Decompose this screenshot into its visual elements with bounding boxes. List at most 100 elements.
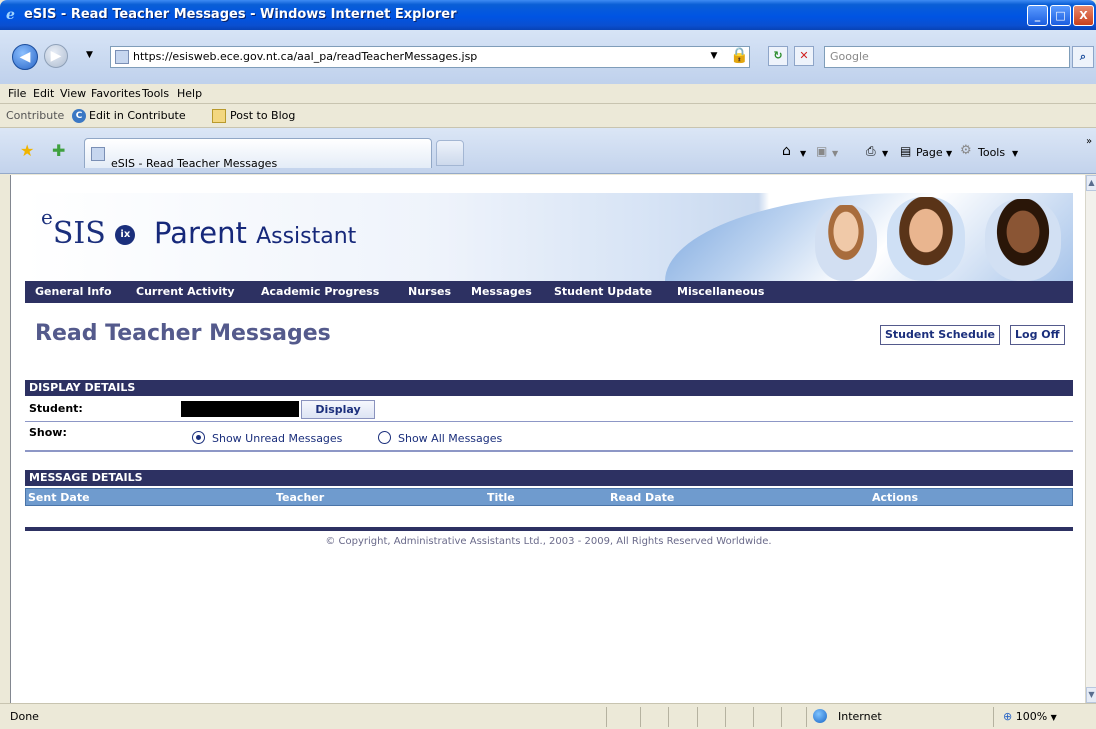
page-dropdown-icon[interactable]: ▼ [946,149,952,158]
nav-student-update[interactable]: Student Update [554,285,652,298]
nav-current-activity[interactable]: Current Activity [136,285,235,298]
menu-edit[interactable]: Edit [33,87,54,100]
page-title: Read Teacher Messages [35,321,331,346]
col-actions: Actions [872,491,918,504]
divider [697,707,698,727]
app-title-sub: Assistant [256,224,357,249]
col-teacher[interactable]: Teacher [276,491,324,504]
print-dropdown-icon[interactable]: ▼ [882,149,888,158]
student-label: Student: [29,402,83,415]
col-read-date[interactable]: Read Date [610,491,674,504]
post-to-blog-button[interactable]: Post to Blog [230,109,295,122]
stop-button[interactable]: ✕ [794,46,814,66]
nav-messages[interactable]: Messages [471,285,532,298]
close-button[interactable]: X [1073,5,1094,26]
logo-badge-icon: ix [115,225,136,245]
divider [606,707,607,727]
contribute-toolbar: Contribute C Edit in Contribute Post to … [0,104,1096,128]
feeds-icon[interactable]: ▣ [816,144,827,158]
edit-in-contribute-button[interactable]: Edit in Contribute [89,109,186,122]
student-schedule-button[interactable]: Student Schedule [880,325,1000,345]
lock-icon[interactable]: 🔒 [730,46,749,66]
scroll-up-icon[interactable]: ▲ [1086,175,1096,191]
scroll-down-icon[interactable]: ▼ [1086,687,1096,703]
copyright-text: © Copyright, Administrative Assistants L… [325,536,772,547]
main-nav: General Info Current Activity Academic P… [25,281,1073,303]
tools-dropdown-icon[interactable]: ▼ [1012,149,1018,158]
nav-academic-progress[interactable]: Academic Progress [261,285,379,298]
tab-favicon-icon [91,147,105,161]
vertical-scrollbar[interactable]: ▲ ▼ [1085,175,1096,703]
menu-tools[interactable]: Tools [142,87,169,100]
feeds-dropdown-icon[interactable]: ▼ [832,149,838,158]
logo-e: e [41,205,53,229]
zoom-value: 100% [1015,710,1048,723]
zoom-level[interactable]: ⊕ 100% ▼ [1003,710,1057,723]
nav-nurses[interactable]: Nurses [408,285,451,298]
add-favorites-icon[interactable]: ✚ [52,141,65,160]
contribute-icon: C [72,109,86,123]
security-zone: Internet [838,710,882,723]
tools-menu-button[interactable]: Tools [978,146,1005,159]
search-input[interactable]: Google [824,46,1070,68]
title-bar: e eSIS - Read Teacher Messages - Windows… [0,0,1096,30]
new-tab-button[interactable] [436,140,464,166]
zoom-dropdown-icon[interactable]: ▼ [1051,713,1057,722]
col-sent-date[interactable]: Sent Date [28,491,90,504]
status-text: Done [10,710,39,723]
nav-miscellaneous[interactable]: Miscellaneous [677,285,764,298]
site-favicon-icon [115,50,129,64]
maximize-button[interactable]: □ [1050,5,1071,26]
menu-file[interactable]: File [8,87,26,100]
zoom-icon: ⊕ [1003,710,1013,723]
more-chevron-icon[interactable]: » [1086,136,1092,147]
menu-favorites[interactable]: Favorites [91,87,141,100]
contribute-label: Contribute [6,109,65,122]
tab-bar: ★ ✚ eSIS - Read Teacher Messages ⌂ ▼ ▣ ▼… [0,128,1096,174]
minimize-button[interactable]: _ [1027,5,1048,26]
message-table-header: Sent Date Teacher Title Read Date Action… [25,488,1073,506]
browser-window: e eSIS - Read Teacher Messages - Windows… [0,0,1096,729]
student-photo-boy [815,205,877,281]
refresh-button[interactable]: ↻ [768,46,788,66]
divider [753,707,754,727]
all-messages-label[interactable]: Show All Messages [398,432,502,445]
all-messages-radio[interactable] [378,431,391,444]
menu-view[interactable]: View [60,87,86,100]
search-icon[interactable]: ⌕ [1072,46,1094,68]
divider [25,421,1073,422]
unread-messages-label[interactable]: Show Unread Messages [212,432,342,445]
divider [993,707,994,727]
window-title: eSIS - Read Teacher Messages - Windows I… [24,7,457,22]
menu-help[interactable]: Help [177,87,202,100]
divider [806,707,807,727]
home-icon[interactable]: ⌂ [782,143,791,159]
app-title-main: Parent [154,216,247,250]
ie-logo-icon: e [6,7,15,23]
globe-icon [813,709,827,723]
display-button[interactable]: Display [301,400,375,419]
status-bar: Done Internet ⊕ 100% ▼ [0,703,1096,729]
nav-general-info[interactable]: General Info [35,285,112,298]
divider [25,450,1073,452]
divider [781,707,782,727]
address-input[interactable]: https://esisweb.ece.gov.nt.ca/aal_pa/rea… [110,46,750,68]
favorites-star-icon[interactable]: ★ [20,141,34,160]
col-title[interactable]: Title [487,491,515,504]
divider [640,707,641,727]
app-title: Parent Assistant [154,216,356,250]
logo-text: SIS [52,216,106,251]
back-button[interactable]: ◀ [12,44,38,70]
forward-button[interactable]: ▶ [44,44,68,68]
print-icon[interactable]: ⎙ [866,144,876,159]
address-dropdown-icon[interactable]: ▼ [704,47,724,67]
unread-messages-radio[interactable] [192,431,205,444]
page-menu-button[interactable]: Page [916,146,943,159]
gear-icon: ⚙ [960,143,972,158]
home-dropdown-icon[interactable]: ▼ [800,149,806,158]
student-select-redacted[interactable] [181,401,299,417]
log-off-button[interactable]: Log Off [1010,325,1065,345]
tab-current[interactable]: eSIS - Read Teacher Messages [84,138,432,170]
history-dropdown-icon[interactable]: ▼ [86,50,93,60]
show-label: Show: [29,426,67,439]
